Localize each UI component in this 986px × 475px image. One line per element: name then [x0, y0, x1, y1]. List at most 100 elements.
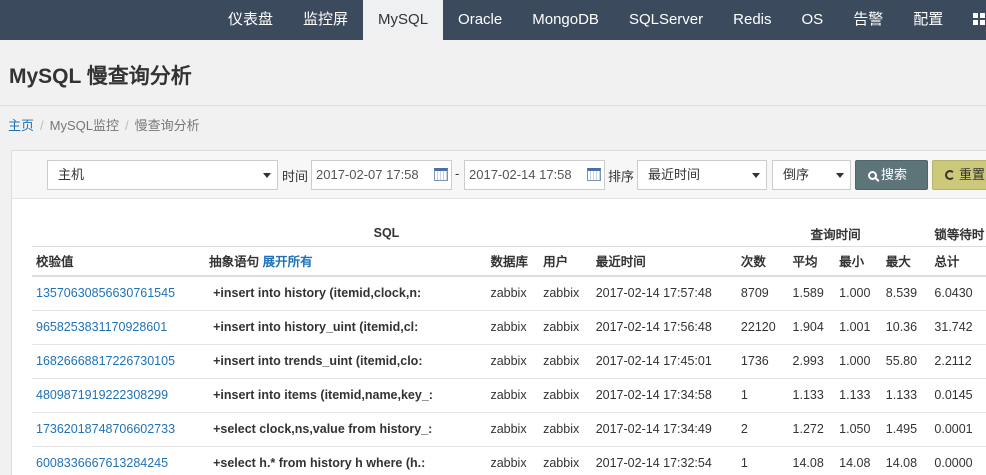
nav-item-5[interactable]: SQLServer	[614, 0, 718, 40]
col-min: 最小	[835, 246, 882, 277]
calendar-icon[interactable]	[587, 168, 601, 181]
row-max-cell: 8.539	[881, 276, 931, 311]
calendar-icon[interactable]	[434, 168, 448, 181]
nav-item-6[interactable]: Redis	[718, 0, 786, 40]
table-row: 13570630856630761545 +insert into history…	[32, 276, 986, 311]
row-sql-cell: +select clock,ns,value from history_:	[205, 412, 487, 447]
nav-item-1[interactable]: 监控屏	[288, 0, 363, 40]
date-from-value: 2017-02-07 17:58	[316, 167, 419, 182]
order-select[interactable]: 倒序	[772, 160, 851, 190]
row-count-cell: 22120	[736, 310, 789, 345]
nav-item-3[interactable]: Oracle	[443, 0, 517, 40]
reset-button-label: 重置	[959, 167, 986, 182]
group-header-query-time: 查询时间	[736, 221, 931, 247]
main-nav: 仪表盘 监控屏 MySQL Oracle MongoDB SQLServer Redis OS…	[213, 0, 986, 40]
row-count-cell: 8709	[736, 276, 789, 311]
row-checksum-link[interactable]: 6008336667613284245	[32, 446, 206, 475]
row-last-cell: 2017-02-14 17:32:54	[591, 446, 737, 475]
nav-item-9[interactable]: 配置	[898, 0, 958, 40]
row-total-cell: 0.0001	[930, 412, 986, 447]
col-total: 总计	[930, 246, 986, 277]
row-max-cell: 1.495	[881, 412, 931, 447]
row-count-cell: 2	[736, 412, 789, 447]
row-db-cell: zabbix	[486, 276, 540, 311]
row-checksum-link[interactable]: 9658253831170928601	[32, 310, 206, 345]
search-button[interactable]: 搜索	[855, 160, 928, 190]
row-min-cell: 1.050	[835, 412, 882, 447]
sort-select[interactable]: 最近时间	[637, 160, 767, 190]
breadcrumb-current: 慢查询分析	[134, 118, 200, 133]
row-sql-text: select clock,ns,value from history_:	[220, 422, 433, 436]
date-range-separator: -	[455, 166, 460, 181]
nav-item-4[interactable]: MongoDB	[517, 0, 614, 40]
breadcrumb: 主页 / MySQL监控 / 慢查询分析	[0, 107, 986, 145]
row-min-cell: 1.133	[835, 378, 882, 413]
time-label: 时间	[282, 169, 309, 184]
row-total-cell: 31.742	[930, 310, 986, 345]
row-avg-cell: 14.08	[788, 446, 836, 475]
row-avg-cell: 1.904	[788, 310, 836, 345]
row-db-cell: zabbix	[486, 378, 540, 413]
top-navbar: 仪表盘 监控屏 MySQL Oracle MongoDB SQLServer Redis OS…	[0, 0, 986, 40]
row-count-cell: 1736	[736, 344, 789, 379]
table-row: 4809871919222308299 +insert into items (i…	[32, 378, 986, 413]
refresh-icon	[945, 170, 955, 180]
row-sql-cell: +insert into history (itemid,clock,n:	[205, 276, 487, 311]
nav-item-8[interactable]: 告警	[838, 0, 898, 40]
row-avg-cell: 1.272	[788, 412, 836, 447]
row-avg-cell: 1.589	[788, 276, 836, 311]
breadcrumb-mysql-monitor[interactable]: MySQL监控	[50, 118, 119, 133]
col-avg: 平均	[788, 246, 836, 277]
table-row: 9658253831170928601 +insert into history_…	[32, 310, 986, 345]
expand-all-link[interactable]: 展开所有	[263, 255, 313, 269]
row-last-cell: 2017-02-14 17:34:49	[591, 412, 737, 447]
row-max-cell: 10.36	[881, 310, 931, 345]
row-sql-text: select h.* from history h where (h.:	[220, 456, 426, 470]
row-user-cell: zabbix	[539, 344, 592, 379]
page-title: MySQL 慢查询分析	[9, 65, 192, 88]
row-sql-text: insert into history_uint (itemid,cl:	[220, 320, 419, 334]
row-user-cell: zabbix	[539, 446, 592, 475]
slow-query-panel: 主机 时间 2017-02-07 17:58 - 2017-02-14 17:5…	[11, 150, 986, 475]
table-row: 16826668817226730105 +insert into trends_…	[32, 344, 986, 379]
row-checksum-link[interactable]: 13570630856630761545	[32, 276, 206, 311]
date-from-input[interactable]: 2017-02-07 17:58	[311, 160, 452, 190]
row-avg-cell: 1.133	[788, 378, 836, 413]
table-row: 17362018748706602733 +select clock,ns,val…	[32, 412, 986, 447]
row-checksum-link[interactable]: 16826668817226730105	[32, 344, 206, 379]
row-sql-cell: +insert into trends_uint (itemid,clo:	[205, 344, 487, 379]
reset-button[interactable]: 重置	[932, 160, 986, 190]
row-checksum-link[interactable]: 4809871919222308299	[32, 378, 206, 413]
row-user-cell: zabbix	[539, 378, 592, 413]
row-avg-cell: 2.993	[788, 344, 836, 379]
row-min-cell: 1.000	[835, 276, 882, 311]
col-count: 次数	[736, 246, 789, 277]
nav-item-0[interactable]: 仪表盘	[213, 0, 288, 40]
col-abstract: 抽象语句 展开所有	[205, 246, 487, 277]
nav-item-7[interactable]: OS	[787, 0, 839, 40]
filter-bar: 主机 时间 2017-02-07 17:58 - 2017-02-14 17:5…	[12, 151, 986, 199]
col-max: 最大	[881, 246, 931, 277]
row-min-cell: 14.08	[835, 446, 882, 475]
col-last-time: 最近时间	[591, 246, 737, 277]
breadcrumb-separator: /	[124, 118, 129, 133]
host-select[interactable]: 主机	[47, 160, 278, 190]
col-checksum: 校验值	[32, 246, 206, 277]
row-min-cell: 1.000	[835, 344, 882, 379]
nav-item-2[interactable]: MySQL	[363, 0, 444, 40]
row-db-cell: zabbix	[486, 310, 540, 345]
col-database: 数据库	[486, 246, 540, 277]
row-count-cell: 1	[736, 378, 789, 413]
date-to-input[interactable]: 2017-02-14 17:58	[464, 160, 605, 190]
chevron-down-icon	[263, 173, 271, 178]
row-checksum-link[interactable]: 17362018748706602733	[32, 412, 206, 447]
col-user: 用户	[539, 246, 592, 277]
row-max-cell: 1.133	[881, 378, 931, 413]
breadcrumb-separator: /	[40, 118, 44, 133]
row-total-cell: 0.0000	[930, 446, 986, 475]
host-select-value: 主机	[58, 167, 85, 182]
sort-select-value: 最近时间	[648, 167, 701, 182]
breadcrumb-home[interactable]: 主页	[8, 118, 34, 133]
nav-item-language[interactable]: 语言	[958, 0, 986, 40]
row-sql-text: insert into history (itemid,clock,n:	[220, 286, 422, 301]
